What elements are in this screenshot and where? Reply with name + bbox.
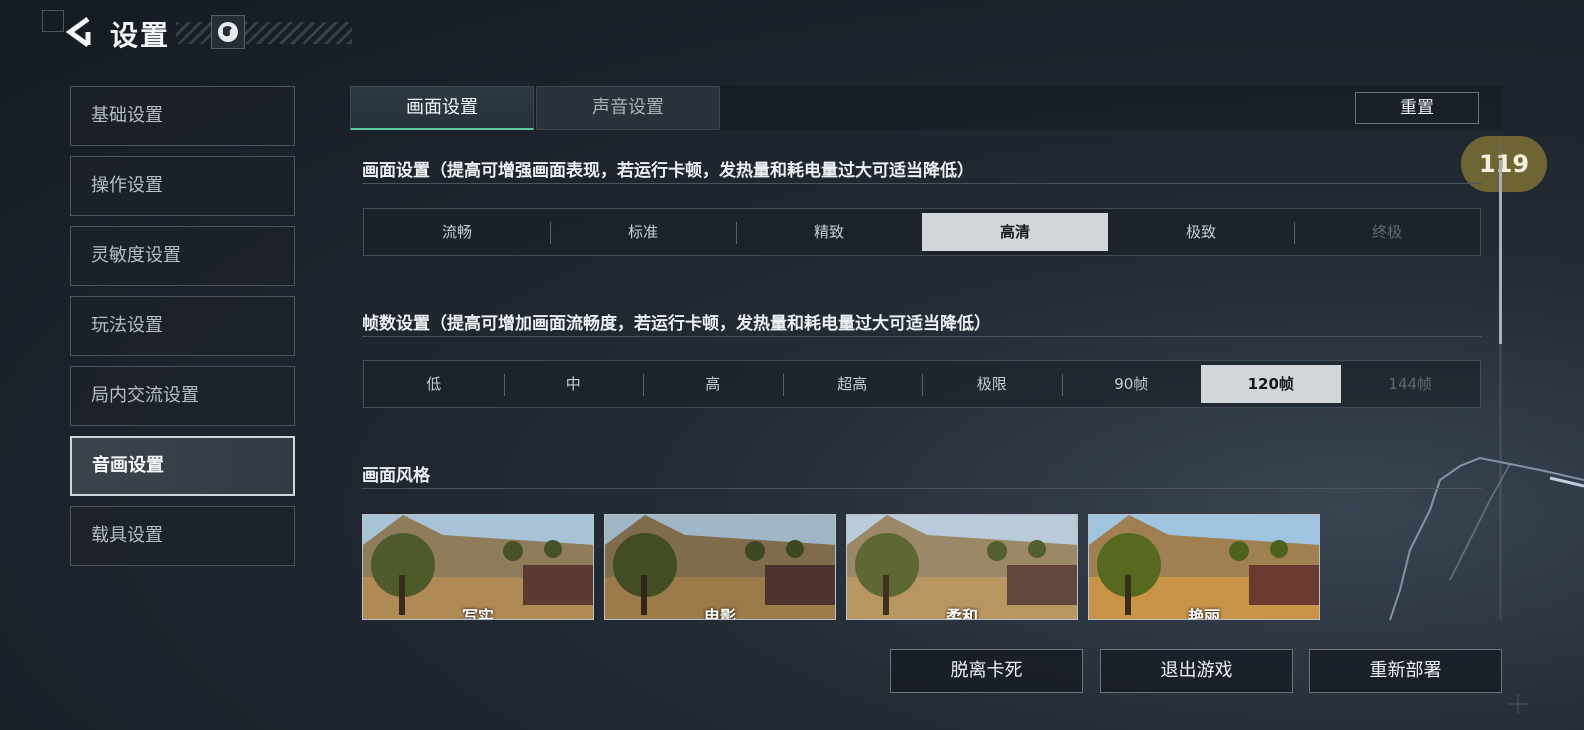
sidebar-item-label: 操作设置 (91, 175, 163, 196)
thumbnail-label: 柔和 (945, 607, 978, 620)
graphics-style-title: 画面风格 (362, 466, 430, 486)
quality-option-extreme[interactable]: 极致 (1108, 210, 1294, 254)
thumbnail-label: 艳丽 (1187, 607, 1220, 620)
back-arrow-icon[interactable] (64, 16, 94, 48)
quality-option-fine[interactable]: 精致 (736, 210, 922, 254)
quality-option-smooth[interactable]: 流畅 (364, 210, 550, 254)
corner-frame (42, 10, 64, 32)
style-thumbnail-cinematic[interactable]: 电影 (604, 514, 836, 620)
sidebar-item-label: 基础设置 (91, 105, 163, 126)
page-title: 设置 (110, 19, 171, 52)
framerate-title: 帧数设置（提高可增加画面流畅度，若运行卡顿，发热量和耗电量过大可适当降低） (362, 314, 991, 334)
emblem-icon[interactable] (211, 15, 245, 49)
reset-button[interactable]: 重置 (1355, 92, 1479, 124)
section-divider (362, 336, 1482, 337)
style-thumbnail-vivid[interactable]: 艳丽 (1088, 514, 1320, 620)
quality-option-standard[interactable]: 标准 (550, 210, 736, 254)
fps-option-120[interactable]: 120帧 (1201, 365, 1341, 403)
sidebar-item-label: 灵敏度设置 (91, 245, 181, 266)
thumbnail-label: 电影 (703, 607, 736, 620)
sidebar-item-label: 玩法设置 (91, 315, 163, 336)
fps-option-high[interactable]: 高 (643, 362, 783, 406)
fps-option-low[interactable]: 低 (364, 362, 504, 406)
section-divider (362, 183, 1482, 184)
sidebar-item-communication[interactable]: 局内交流设置 (70, 366, 295, 426)
fps-option-extreme[interactable]: 极限 (922, 362, 1062, 406)
fps-option-144: 144帧 (1388, 375, 1433, 393)
lightning-decoration (1389, 456, 1584, 621)
fps-option-ultra[interactable]: 超高 (782, 362, 923, 406)
fps-option-medium[interactable]: 中 (503, 362, 644, 406)
graphics-quality-selector: 流畅 标准 精致 高清 极致 终极 (363, 208, 1481, 256)
framerate-selector: 低 中 高 超高 极限 90帧 120帧 144帧 (363, 360, 1481, 408)
style-thumbnail-soft[interactable]: 柔和 (846, 514, 1078, 620)
section-divider (362, 488, 1482, 489)
scrollbar-thumb[interactable] (1499, 160, 1502, 344)
sidebar-item-label: 载具设置 (91, 525, 163, 546)
unstuck-button[interactable]: 脱离卡死 (890, 649, 1083, 693)
sidebar-item-label: 音画设置 (92, 455, 164, 476)
sidebar-item-sensitivity[interactable]: 灵敏度设置 (70, 226, 295, 286)
exit-game-button[interactable]: 退出游戏 (1100, 649, 1293, 693)
sidebar-item-audio-visual[interactable]: 音画设置 (70, 436, 295, 496)
corner-plus-decoration (1508, 694, 1528, 714)
header-hatch-decoration (176, 22, 352, 44)
quality-option-hd[interactable]: 高清 (922, 213, 1108, 251)
graphics-quality-title: 画面设置（提高可增强画面表现，若运行卡顿，发热量和耗电量过大可适当降低） (362, 161, 974, 181)
sidebar-item-controls[interactable]: 操作设置 (70, 156, 295, 216)
sidebar-item-gameplay[interactable]: 玩法设置 (70, 296, 295, 356)
quality-option-ultimate: 终极 (1294, 210, 1480, 254)
style-thumbnail-realistic[interactable]: 写实 (362, 514, 594, 620)
sidebar-item-basic[interactable]: 基础设置 (70, 86, 295, 146)
redeploy-button[interactable]: 重新部署 (1309, 649, 1502, 693)
tab-sound[interactable]: 声音设置 (536, 86, 720, 130)
tab-graphics[interactable]: 画面设置 (350, 86, 534, 130)
thumbnail-label: 写实 (461, 607, 494, 620)
sidebar-item-label: 局内交流设置 (91, 385, 199, 406)
sidebar-item-vehicle[interactable]: 载具设置 (70, 506, 295, 566)
fps-option-90[interactable]: 90帧 (1061, 362, 1202, 406)
